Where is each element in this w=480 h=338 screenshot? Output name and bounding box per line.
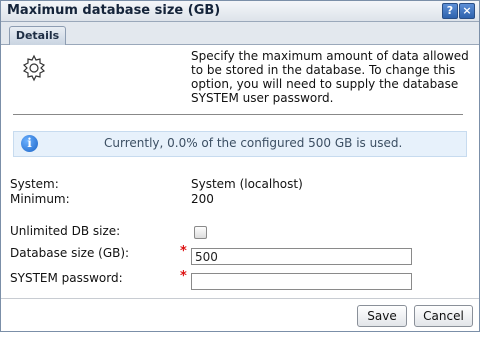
dialog-description: Specify the maximum amount of data allow…	[191, 49, 469, 105]
save-button[interactable]: Save	[357, 305, 407, 327]
cancel-button[interactable]: Cancel	[414, 305, 473, 327]
maximum-database-size-dialog: Maximum database size (GB) ? × Details S…	[0, 0, 480, 332]
info-icon: i	[21, 135, 38, 152]
dialog-titlebar[interactable]: Maximum database size (GB) ? ×	[1, 1, 479, 22]
minimum-value: 200	[191, 192, 214, 206]
usage-info-bar: i Currently, 0.0% of the configured 500 …	[13, 131, 467, 157]
tab-details[interactable]: Details	[9, 26, 66, 45]
system-label: System:	[10, 177, 59, 191]
close-icon: ×	[462, 4, 472, 17]
usage-info-text: Currently, 0.0% of the configured 500 GB…	[104, 136, 403, 150]
minimum-label: Minimum:	[10, 192, 70, 206]
section-divider	[13, 114, 463, 115]
dialog-title: Maximum database size (GB)	[7, 3, 221, 18]
database-size-input[interactable]: 500	[191, 248, 412, 265]
database-size-required-mark: *	[180, 244, 187, 259]
unlimited-db-size-label: Unlimited DB size:	[10, 224, 121, 238]
database-size-label: Database size (GB):	[10, 246, 130, 260]
system-password-label: SYSTEM password:	[10, 271, 123, 285]
system-password-required-mark: *	[180, 269, 187, 284]
gear-icon	[22, 54, 46, 82]
unlimited-db-size-checkbox[interactable]	[194, 226, 207, 239]
close-button[interactable]: ×	[459, 3, 475, 19]
tab-strip: Details	[1, 22, 479, 45]
footer-divider	[1, 298, 479, 299]
help-icon: ?	[446, 4, 454, 17]
help-button[interactable]: ?	[442, 3, 458, 19]
system-value: System (localhost)	[191, 177, 303, 191]
system-password-input[interactable]	[191, 273, 412, 290]
